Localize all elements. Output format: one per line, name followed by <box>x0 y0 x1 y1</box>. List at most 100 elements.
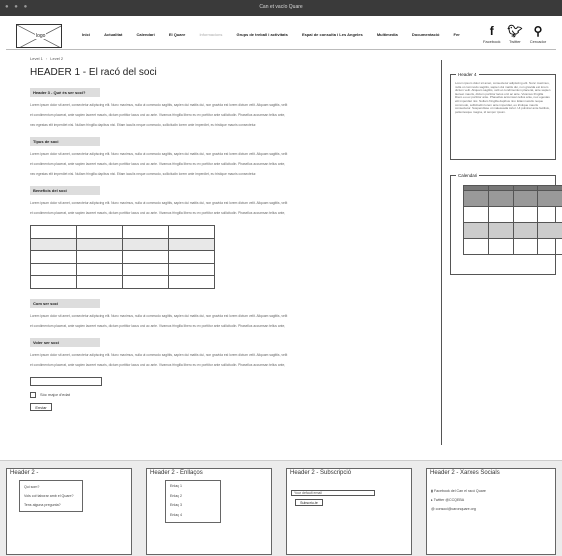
calendar-cell[interactable] <box>463 238 489 255</box>
table-cell <box>168 225 215 239</box>
twitter-icon: ▸ <box>431 498 433 502</box>
main-content: Level 1 › Level 2 HEADER 1 - El racó del s… <box>30 56 400 411</box>
text-input[interactable] <box>30 376 102 386</box>
benefits-table <box>30 225 215 289</box>
table-cell <box>76 262 123 276</box>
search-label: Cercador <box>529 39 547 44</box>
facebook-label: Facebook <box>482 39 501 44</box>
calendar-cell[interactable] <box>487 190 514 207</box>
section-heading: Com ser soci <box>30 298 100 308</box>
calendar-cell[interactable] <box>512 238 539 255</box>
calendar-row <box>463 190 562 207</box>
table-cell <box>30 275 77 289</box>
search-button[interactable]: ⚲ Cercador <box>528 23 548 44</box>
breadcrumb-level-1[interactable]: Level 1 <box>30 56 43 61</box>
nav-item-fer[interactable]: Fer <box>454 32 460 37</box>
nav-item-actualitat[interactable]: Actualitat <box>104 32 122 37</box>
calendar-cell[interactable] <box>463 222 489 239</box>
faq-link[interactable]: Tens alguna pregunta? <box>24 501 78 510</box>
table-row <box>30 250 215 264</box>
table-cell <box>168 237 215 251</box>
footer-subscribe-title: Header 2 - Subscripció <box>290 470 352 476</box>
table-cell <box>122 275 169 289</box>
twitter-footer-link[interactable]: ▸ Twitter @CCQEBA <box>431 496 486 505</box>
calendar-cell[interactable] <box>537 238 562 255</box>
nav-item-multimedia[interactable]: Multimedia <box>377 32 398 37</box>
breadcrumb-level-2[interactable]: Level 2 <box>50 56 63 61</box>
section-heading: Voler ser soci <box>30 337 100 347</box>
paragraph: Lorem ipsum dolor sit amet, consectetur … <box>30 201 288 205</box>
twitter-icon: 🐦︎ <box>507 24 523 38</box>
paragraph: et condimentum placerat, ante sapien lao… <box>30 362 286 367</box>
table-cell <box>76 225 123 239</box>
nav-item-informacions[interactable]: Informacions <box>199 32 222 37</box>
footer-link[interactable]: Enlaç 3 <box>166 501 220 511</box>
paragraph: et condimentum placerat, ante sapien lao… <box>30 162 286 166</box>
email-footer-link[interactable]: @ consoci@caronquare.org <box>431 505 486 514</box>
calendar-cell[interactable] <box>463 190 489 207</box>
nav-item-calendari[interactable]: Calendari <box>137 32 155 37</box>
breadcrumb-separator: › <box>45 56 48 61</box>
paragraph: Lorem ipsum dolor sit amet, consectetur … <box>30 313 288 318</box>
nav-item-grups[interactable]: Grups de treball i activitats <box>236 32 287 37</box>
table-row <box>30 225 215 239</box>
search-icon: ⚲ <box>533 24 543 38</box>
calendar-row <box>463 206 562 223</box>
calendar-cell[interactable] <box>463 206 489 223</box>
table-cell <box>76 275 123 289</box>
table-cell <box>168 275 215 289</box>
site-header: logo Inici Actualitat Calendari El Quare… <box>6 20 556 50</box>
calendar-cell[interactable] <box>537 222 562 239</box>
calendar-cell[interactable] <box>487 238 514 255</box>
footer-links-title: Header 2 - Enllaços <box>150 470 203 476</box>
facebook-footer-link[interactable]: ▮ Facebook del Can el racó Quare <box>431 487 486 496</box>
table-row <box>30 262 215 276</box>
calendar-cell[interactable] <box>512 190 539 207</box>
footer-link[interactable]: Enlaç 2 <box>166 492 220 502</box>
page-title: HEADER 1 - El racó del soci <box>30 67 157 78</box>
calendar-row <box>463 238 562 255</box>
calendar-card: Calendari <box>450 173 562 275</box>
table-cell <box>30 225 77 239</box>
calendar-title: Calendari <box>456 173 480 178</box>
table-cell <box>30 250 77 264</box>
header4-card: Header 4 Lorem ipsum dolor sit amet, con… <box>450 72 556 160</box>
nav-item-el-quare[interactable]: El Quare <box>169 32 185 37</box>
paragraph: Lorem ipsum dolor sit amet, consectetur … <box>30 352 288 357</box>
nav-item-inici[interactable]: Inici <box>82 32 90 37</box>
footer-links: Header 2 - Enllaços Enlaç 1 Enlaç 2 Enla… <box>146 468 272 555</box>
footer-link[interactable]: Enlaç 4 <box>166 511 220 521</box>
section-heading: Beneficis del soci <box>30 186 100 195</box>
nav-item-espai-consulta[interactable]: Espai de consulta i Les Angeles <box>302 32 363 37</box>
footer-link[interactable]: Enlaç 1 <box>166 482 220 492</box>
email-field[interactable]: Your default email <box>291 490 375 496</box>
calendar-cell[interactable] <box>512 222 539 239</box>
facebook-footer-label: Facebook del Can el racó Quare <box>433 489 486 493</box>
header4-title: Header 4 <box>456 72 479 77</box>
window-titlebar: ● ● ● Can et vacío Quare <box>0 0 562 16</box>
twitter-link[interactable]: 🐦︎ Twitter <box>505 23 525 44</box>
faq-link[interactable]: Vols col·laborar amb el Quare? <box>24 492 78 501</box>
subscribe-button[interactable]: Subscriu-te <box>295 499 323 506</box>
table-cell <box>168 250 215 264</box>
paragraph: nec egestas elit imperdiet nisi. Nullam … <box>30 123 257 127</box>
footer-faq: Header 2 - Qui som? Vols col·laborar amb… <box>6 468 132 555</box>
calendar-cell[interactable] <box>487 206 514 223</box>
age-checkbox[interactable] <box>30 391 36 398</box>
send-button[interactable]: Enviar <box>30 402 52 411</box>
table-cell <box>76 237 123 251</box>
calendar-cell[interactable] <box>487 222 514 239</box>
table-row <box>30 275 215 289</box>
calendar-cell[interactable] <box>537 190 562 207</box>
nav-item-documentacio[interactable]: Documentació <box>412 32 440 37</box>
faq-link[interactable]: Qui som? <box>24 483 78 492</box>
table-cell <box>76 250 123 264</box>
logo[interactable]: logo <box>16 24 62 48</box>
section-heading: Tipus de soci <box>30 137 100 146</box>
table-cell <box>30 262 77 276</box>
facebook-link[interactable]: f Facebook <box>482 23 502 44</box>
age-checkbox-row[interactable]: Sóc major d'edat <box>30 391 400 398</box>
calendar-cell[interactable] <box>537 206 562 223</box>
calendar-cell[interactable] <box>512 206 539 223</box>
paragraph: et condimentum placerat, ante sapien lao… <box>30 113 286 117</box>
